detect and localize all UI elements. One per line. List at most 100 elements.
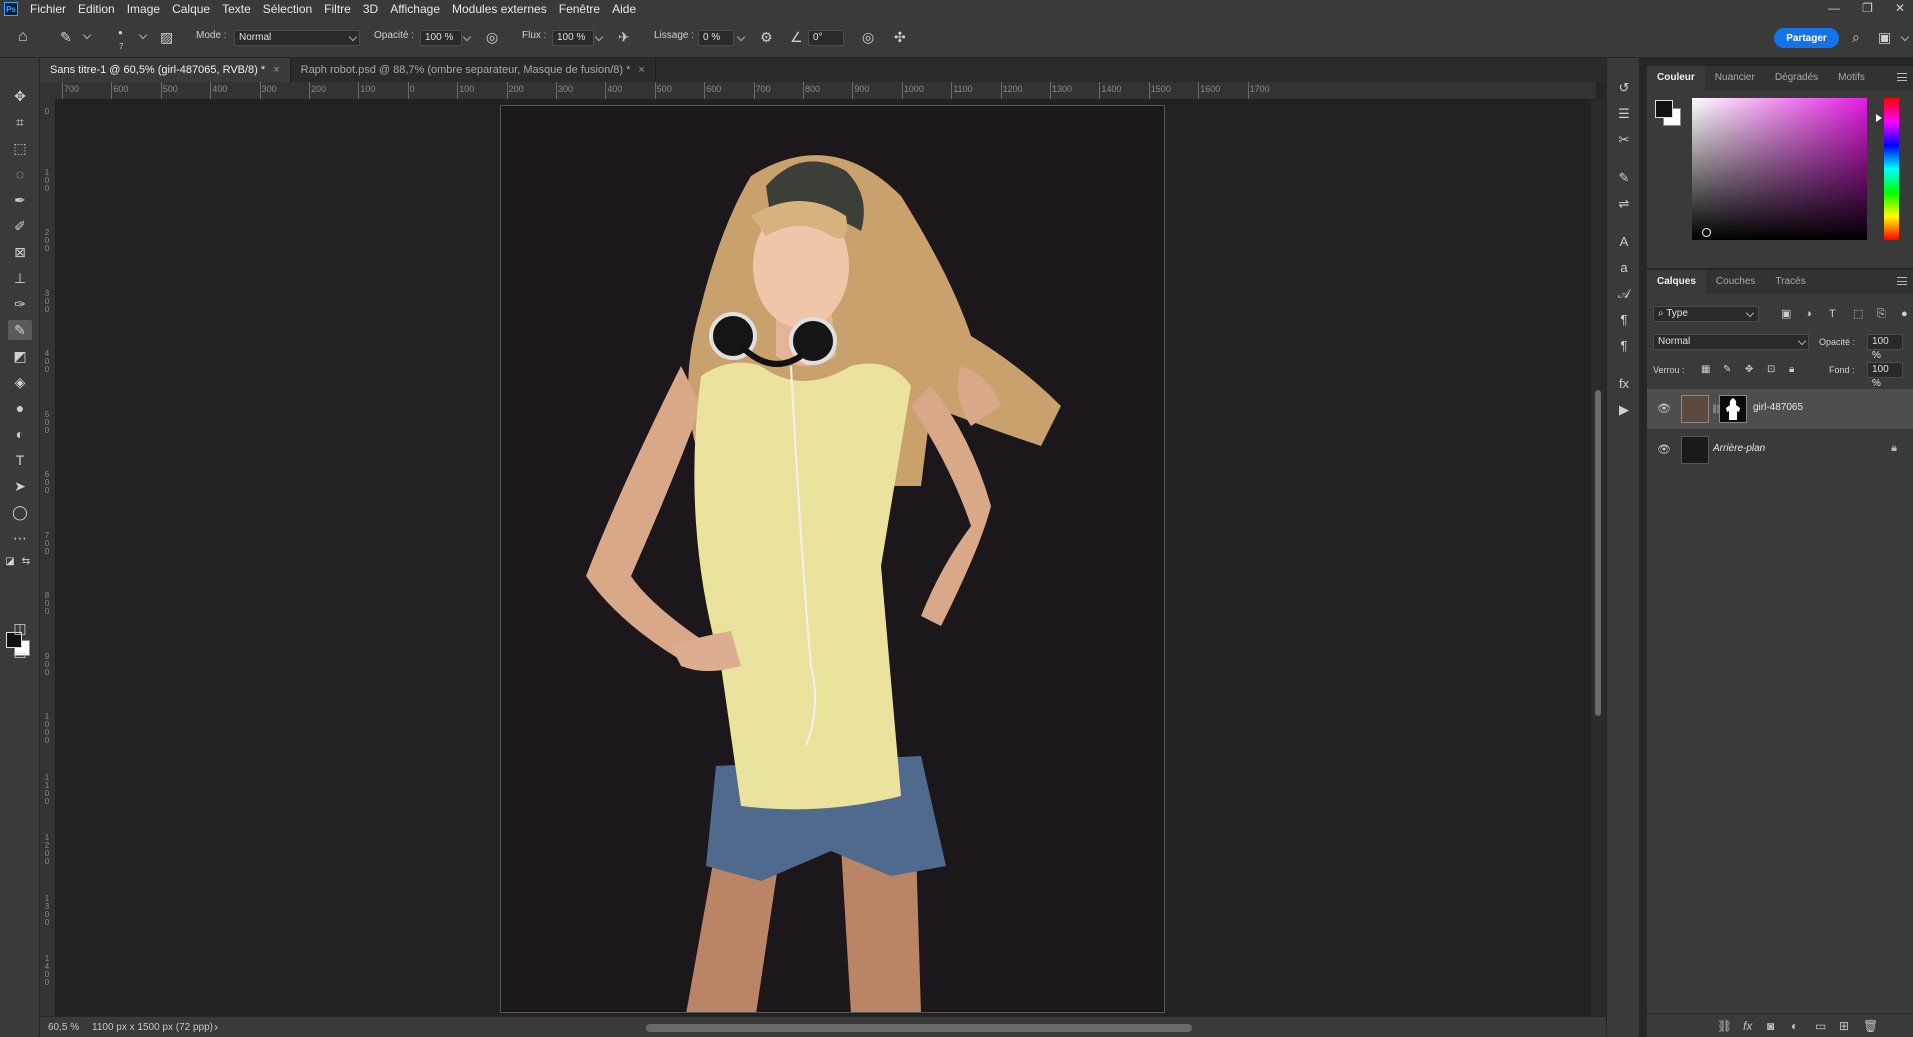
brush-preset-icon[interactable]: ✎	[60, 30, 72, 44]
blur-icon[interactable]: ●	[8, 398, 32, 418]
history-icon[interactable]: ↺	[1616, 80, 1632, 96]
eyedropper-icon[interactable]: ✑	[8, 294, 32, 314]
swap-colors-icon[interactable]: ⇆	[20, 552, 32, 572]
close-icon[interactable]: ×	[273, 64, 279, 76]
menu-texte[interactable]: Texte	[216, 0, 257, 18]
marquee-icon[interactable]: ⬚	[8, 138, 32, 158]
new-layer-icon[interactable]: ⊞	[1839, 1019, 1849, 1033]
search-icon[interactable]: ⌕	[1852, 30, 1860, 44]
layer-filter-select[interactable]: ⌕ Type	[1653, 306, 1759, 322]
foreground-color-chip[interactable]	[1655, 100, 1673, 118]
frame-icon[interactable]: ⊠	[8, 242, 32, 262]
tab-raph-robot[interactable]: Raph robot.psd @ 88,7% (ombre separateur…	[290, 58, 656, 82]
filter-shape-icon[interactable]: ⬚	[1853, 307, 1863, 321]
hue-slider-arrow-icon[interactable]	[1876, 114, 1882, 122]
brush-icon[interactable]: ✎	[8, 320, 32, 340]
share-button[interactable]: Partager	[1774, 28, 1839, 48]
layer-name[interactable]: girl-487065	[1753, 402, 1803, 413]
trash-icon[interactable]: 🗑︎	[1863, 1019, 1878, 1033]
bucket-icon[interactable]: ◈	[8, 372, 32, 392]
hue-slider[interactable]	[1884, 98, 1899, 240]
link-layers-icon[interactable]: ⛓︎	[1717, 1019, 1732, 1033]
status-arrow-icon[interactable]: ›	[214, 1020, 218, 1034]
pressure-opacity-icon[interactable]: ◎	[486, 30, 498, 44]
character-styles-icon[interactable]: a	[1616, 260, 1632, 276]
default-colors-icon[interactable]: ◪	[4, 552, 16, 572]
smoothing-dropdown-icon[interactable]	[736, 32, 746, 42]
canvas-area[interactable]	[56, 100, 1591, 1016]
flow-dropdown-icon[interactable]	[594, 32, 604, 42]
panel-menu-icon[interactable]	[1897, 277, 1907, 285]
layer-row-background[interactable]: 👁︎ Arrière-plan 🔒︎	[1647, 430, 1913, 470]
brushes-icon[interactable]: ✎	[1616, 170, 1632, 186]
menu-aide[interactable]: Aide	[606, 0, 642, 18]
filter-smart-object-icon[interactable]: ⎘	[1877, 307, 1886, 321]
lock-pixels-icon[interactable]: ✎	[1723, 363, 1731, 377]
tab-couleur[interactable]: Couleur	[1647, 66, 1705, 90]
horizontal-scroll-thumb[interactable]	[646, 1024, 1192, 1032]
quick-select-icon[interactable]: ✐	[8, 216, 32, 236]
blend-mode-select[interactable]: Normal	[1653, 334, 1809, 350]
styles-fx-icon[interactable]: fx	[1616, 376, 1632, 392]
horizontal-ruler[interactable]: 700 600 500 400 300 200 100 0 100 200 300 400 500 600…	[56, 82, 1596, 100]
filter-pixel-icon[interactable]: ▣	[1781, 307, 1791, 321]
color-picker-cursor[interactable]	[1702, 228, 1711, 237]
layer-opacity-field[interactable]: 100 %	[1867, 334, 1903, 361]
pressure-size-icon[interactable]: ◎	[862, 30, 874, 44]
menu-edition[interactable]: Edition	[72, 0, 121, 18]
flow-field[interactable]: 100 %	[552, 30, 594, 46]
add-mask-icon[interactable]: ◙	[1767, 1019, 1774, 1033]
filter-type-icon[interactable]: T	[1829, 307, 1836, 321]
brush-settings-panel-icon[interactable]: ⇌	[1616, 196, 1632, 212]
lock-artboard-icon[interactable]: ⊡	[1767, 363, 1775, 377]
paragraph-icon[interactable]: ¶	[1616, 312, 1632, 328]
move-icon[interactable]: ✥	[8, 86, 32, 106]
airbrush-icon[interactable]: ✈	[618, 30, 630, 44]
tab-couches[interactable]: Couches	[1706, 270, 1765, 294]
layer-thumbnail[interactable]	[1681, 395, 1709, 423]
layer-mask-thumbnail[interactable]	[1719, 395, 1747, 423]
brush-settings-icon[interactable]: ▨	[160, 30, 173, 44]
color-picker-field[interactable]	[1692, 98, 1867, 240]
layer-thumbnail[interactable]	[1681, 436, 1709, 464]
path-select-icon[interactable]: ➤	[8, 476, 32, 496]
lock-all-icon[interactable]: 🔒︎	[1789, 363, 1794, 377]
brush-dot-icon[interactable]: ●	[118, 26, 123, 40]
menu-3d[interactable]: 3D	[357, 0, 384, 18]
eraser-icon[interactable]: ◩	[8, 346, 32, 366]
minimize-button[interactable]: —	[1828, 0, 1840, 16]
opacity-field[interactable]: 100 %	[420, 30, 462, 46]
menu-image[interactable]: Image	[121, 0, 166, 18]
menu-calque[interactable]: Calque	[166, 0, 216, 18]
lock-transparency-icon[interactable]: ▦	[1701, 363, 1710, 377]
close-window-button[interactable]: ✕	[1895, 0, 1905, 16]
symmetry-icon[interactable]: ✣	[894, 30, 906, 44]
fill-field[interactable]: 100 %	[1867, 362, 1903, 389]
character-icon[interactable]: A	[1616, 234, 1632, 250]
zoom-level[interactable]: 60,5 %	[48, 1022, 79, 1033]
home-icon[interactable]: ⌂	[18, 29, 28, 45]
smoothing-field[interactable]: 0 %	[698, 30, 734, 46]
brush-size-dropdown-icon[interactable]	[138, 30, 148, 40]
angle-field[interactable]: 0°	[808, 30, 844, 46]
brush-preset-dropdown-icon[interactable]	[82, 30, 92, 40]
gear-icon[interactable]: ⚙	[760, 30, 773, 44]
new-group-icon[interactable]: ▭	[1815, 1019, 1826, 1033]
screen-mode-icon[interactable]: ▭	[8, 644, 32, 664]
tab-calques[interactable]: Calques	[1647, 270, 1706, 294]
paragraph-styles-icon[interactable]: ¶	[1616, 338, 1632, 354]
menu-fichier[interactable]: Fichier	[24, 0, 72, 18]
menu-selection[interactable]: Sélection	[257, 0, 318, 18]
more-icon[interactable]: ⋯	[8, 528, 32, 548]
mode-select[interactable]: Normal	[234, 30, 360, 46]
tab-sans-titre[interactable]: Sans titre-1 @ 60,5% (girl-487065, RVB/8…	[40, 58, 291, 82]
layer-name[interactable]: Arrière-plan	[1713, 443, 1765, 454]
document-canvas[interactable]	[500, 105, 1165, 1013]
vertical-ruler[interactable]: 0 100 200 300 400 500 600 700 800 900 1000 1100 1200…	[40, 100, 56, 1016]
menu-modules-externes[interactable]: Modules externes	[446, 0, 553, 18]
adjustment-layer-icon[interactable]: ◐	[1791, 1019, 1798, 1033]
quick-mask-icon[interactable]: ◫	[8, 618, 32, 638]
glyphs-icon[interactable]: 𝒜	[1616, 286, 1632, 302]
tab-traces[interactable]: Tracés	[1765, 270, 1815, 294]
vertical-scrollbar[interactable]	[1591, 100, 1605, 1016]
